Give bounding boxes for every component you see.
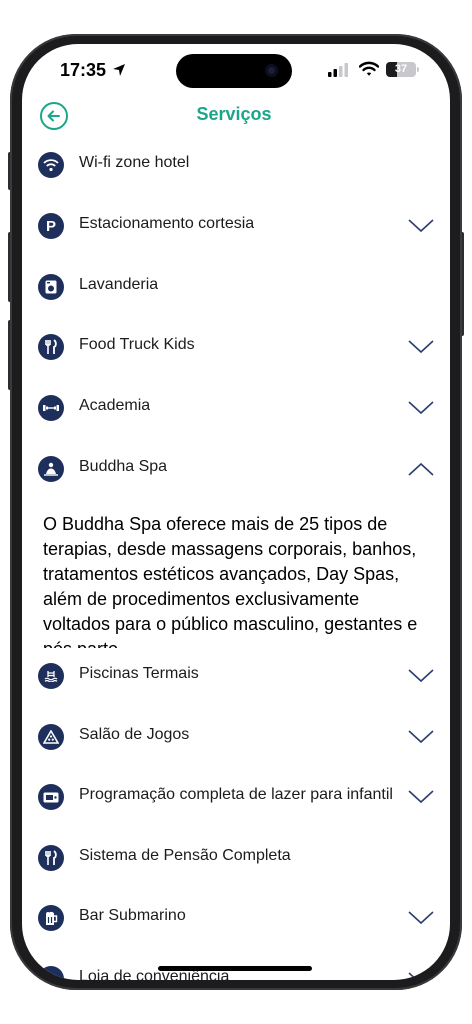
chevron-down-icon[interactable] — [408, 219, 434, 233]
games-icon — [38, 724, 64, 750]
app-screen: 17:35 37 Serviços Wi-fi zone hotel P Est… — [22, 44, 450, 980]
chevron-down-icon[interactable] — [408, 972, 434, 980]
service-label: Piscinas Termais — [79, 665, 199, 682]
service-item-spa[interactable]: Buddha Spa — [22, 440, 446, 500]
service-label: Bar Submarino — [79, 907, 186, 924]
service-item-kids-program[interactable]: Programação completa de lazer para infan… — [22, 768, 446, 828]
battery-nub — [417, 67, 419, 72]
cutlery-icon — [38, 334, 64, 360]
service-label: Salão de Jogos — [79, 726, 190, 743]
chevron-down-icon[interactable] — [408, 911, 434, 925]
ticket-icon — [38, 784, 64, 810]
service-item-food-truck[interactable]: Food Truck Kids — [22, 318, 446, 378]
service-item-wifi[interactable]: Wi-fi zone hotel — [22, 136, 446, 196]
chevron-down-icon[interactable] — [408, 401, 434, 415]
chevron-down-icon[interactable] — [408, 790, 434, 804]
service-item-laundry[interactable]: Lavanderia — [22, 258, 446, 318]
location-arrow-icon — [113, 64, 125, 76]
service-item-gym[interactable]: Academia — [22, 379, 446, 439]
page-title: Serviços — [196, 104, 272, 124]
service-item-full-board[interactable]: Sistema de Pensão Completa — [22, 829, 446, 889]
service-item-pools[interactable]: Piscinas Termais — [22, 647, 446, 707]
chevron-down-icon[interactable] — [408, 340, 434, 354]
service-item-parking[interactable]: P Estacionamento cortesia — [22, 197, 446, 257]
chevron-down-icon[interactable] — [408, 730, 434, 744]
service-label: Estacionamento cortesia — [79, 215, 255, 232]
dynamic-island — [176, 54, 292, 88]
app-header: Serviços — [22, 96, 446, 136]
camera-icon — [265, 64, 278, 77]
cutlery-icon — [38, 845, 64, 871]
battery-icon: 37 — [386, 62, 416, 77]
spa-description: O Buddha Spa oferece mais de 25 tipos de… — [43, 514, 418, 648]
status-bar: 17:35 37 — [22, 44, 446, 98]
beer-icon — [38, 905, 64, 931]
pool-icon — [38, 663, 64, 689]
laundry-icon — [38, 274, 64, 300]
service-label: Wi-fi zone hotel — [79, 154, 190, 171]
chevron-down-icon[interactable] — [408, 669, 434, 683]
service-label: Sistema de Pensão Completa — [79, 847, 291, 864]
cellular-signal-icon — [328, 63, 348, 77]
parking-icon: P — [38, 213, 64, 239]
spa-icon — [38, 456, 64, 482]
battery-percentage: 37 — [394, 63, 408, 75]
service-item-games[interactable]: Salão de Jogos — [22, 708, 446, 768]
phone-frame: 17:35 37 Serviços Wi-fi zone hotel P Est… — [10, 34, 462, 990]
home-indicator[interactable] — [158, 966, 312, 971]
status-time: 17:35 — [60, 60, 107, 80]
chevron-up-icon[interactable] — [408, 462, 434, 476]
service-label: Programação completa de lazer para infan… — [79, 786, 393, 803]
service-label: Buddha Spa — [79, 458, 168, 475]
service-item-store[interactable]: Loja de conveniência — [22, 950, 446, 980]
wifi-status-icon — [359, 61, 379, 76]
service-label: Lavanderia — [79, 276, 159, 293]
service-label: Academia — [79, 397, 151, 414]
store-icon — [38, 966, 64, 980]
wifi-icon — [38, 152, 64, 178]
service-label: Food Truck Kids — [79, 336, 195, 353]
dumbbell-icon — [38, 395, 64, 421]
service-item-bar[interactable]: Bar Submarino — [22, 889, 446, 949]
